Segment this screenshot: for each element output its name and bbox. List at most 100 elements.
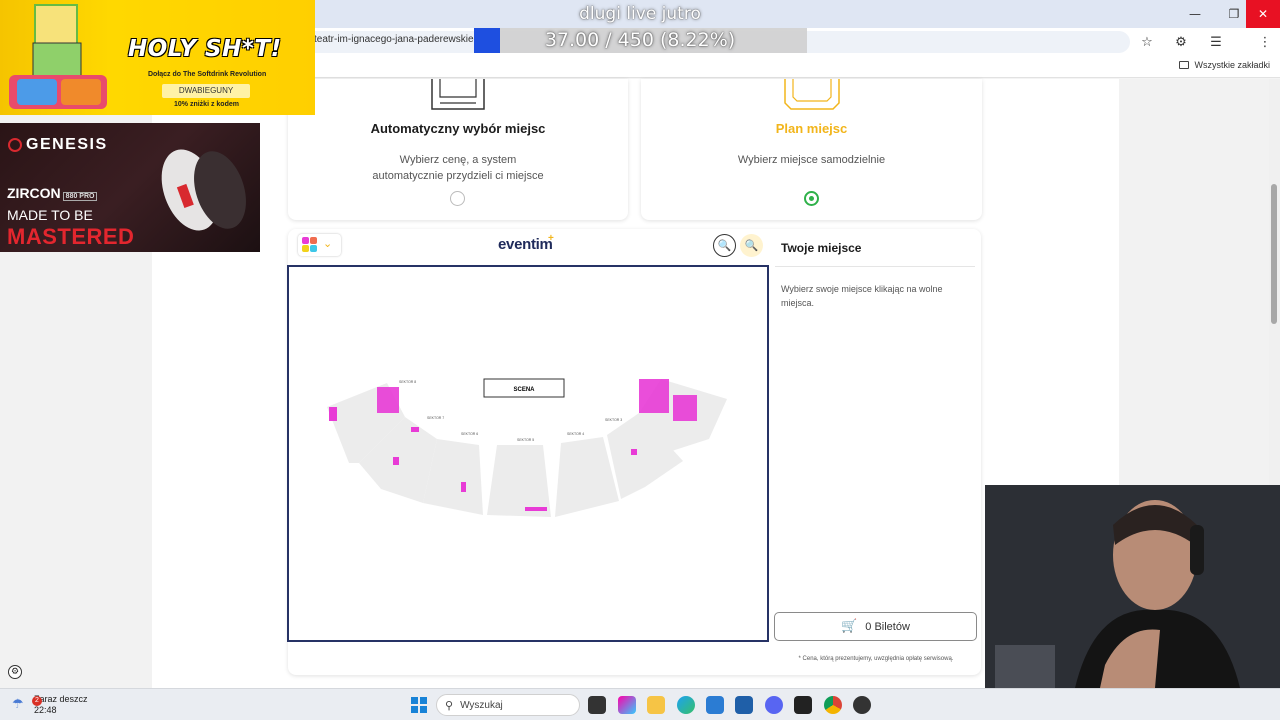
weather-time: 22:48 — [34, 705, 57, 715]
your-seat-title: Twoje miejsce — [781, 241, 862, 255]
holy-headline: HOLY SH*T! — [128, 36, 282, 62]
folder-icon — [1179, 61, 1190, 69]
legend-swatch-yellow — [302, 245, 309, 252]
gaming-mouse-image — [161, 149, 246, 231]
legend-dropdown[interactable]: ⌄ — [298, 234, 341, 256]
available-seats-cluster[interactable] — [631, 449, 637, 455]
rain-icon: ☂ — [12, 697, 24, 712]
menu-icon[interactable]: ⋮ — [1256, 33, 1274, 51]
holy-ad-banner: HOLY SH*T! Dołącz do The Softdrink Revol… — [0, 0, 315, 115]
accessibility-icon[interactable]: ⚙ — [8, 665, 22, 679]
stream-title: dlugi live jutro — [579, 4, 701, 24]
tickets-button-label: 0 Biletów — [865, 620, 910, 633]
price-note: * Cena, którą prezentujemy, uwzględnia o… — [798, 656, 954, 662]
seat-plan-card[interactable]: Plan miejsc Wybierz miejsce samodzielnie — [641, 79, 982, 220]
sector-label: SEKTOR 6 — [461, 432, 478, 436]
genesis-brand: GENESIS — [26, 136, 108, 153]
auto-select-desc-line1: Wybierz cenę, a system — [399, 154, 517, 166]
available-seats-cluster[interactable] — [673, 395, 697, 421]
seat-plan-desc: Wybierz miejsce samodzielnie — [737, 154, 886, 166]
star-icon[interactable]: ☆ — [1138, 33, 1156, 51]
url-text[interactable]: teatr-im-ignacego-jana-paderewskiego — [314, 34, 474, 45]
chrome-icon[interactable] — [824, 696, 842, 714]
edge-icon[interactable] — [677, 696, 695, 714]
app-icon[interactable] — [794, 696, 812, 714]
legend-swatch-pink — [302, 237, 309, 244]
all-bookmarks-button[interactable]: Wszystkie zakładki — [1179, 60, 1270, 70]
holy-discount: 10% zniżki z kodem — [174, 101, 239, 108]
cart-icon: 🛒 — [841, 619, 858, 634]
available-seats-cluster[interactable] — [639, 379, 669, 413]
genesis-product-name: ZIRCON — [7, 185, 61, 201]
zoom-out-button[interactable]: 🔍 — [713, 234, 736, 257]
sector-5-block[interactable] — [487, 445, 551, 517]
discord-icon[interactable] — [765, 696, 783, 714]
holy-code: DWABIEGUNY — [162, 84, 250, 98]
seat-map[interactable]: SCENA SEKTOR 8 SEKTOR 7 SEKTOR 6 SEKTOR … — [287, 265, 769, 642]
file-explorer-icon[interactable] — [647, 696, 665, 714]
search-icon: ⚲ — [445, 698, 454, 712]
auto-select-radio[interactable] — [450, 191, 465, 206]
obs-icon[interactable] — [853, 696, 871, 714]
weather-widget[interactable]: ☂ 2 Zaraz deszcz 22:48 — [12, 694, 88, 716]
copilot-icon[interactable] — [618, 696, 636, 714]
available-seats-cluster[interactable] — [525, 507, 547, 511]
taskbar-search-placeholder: Wyszukaj — [460, 699, 503, 711]
divider — [775, 266, 975, 267]
close-button[interactable]: ✕ — [1246, 0, 1280, 28]
genesis-tagline-1: MADE TO BE — [7, 207, 93, 223]
seat-box-icon — [431, 79, 485, 110]
windows-start-icon[interactable] — [411, 697, 427, 713]
outlook-icon[interactable] — [706, 696, 724, 714]
zoom-in-button[interactable]: 🔍 — [740, 234, 763, 257]
sector-label: SEKTOR 5 — [517, 438, 534, 442]
extensions-icon[interactable]: ⚙ — [1172, 33, 1190, 51]
auto-select-card[interactable]: Automatyczny wybór miejsc Wybierz cenę, … — [288, 79, 628, 220]
tab-favicon-block — [474, 28, 500, 53]
auto-select-title: Automatyczny wybór miejsc — [370, 121, 546, 136]
seat-plan-radio[interactable] — [804, 191, 819, 206]
sector-label: SEKTOR 8 — [399, 380, 416, 384]
sector-label: SEKTOR 3 — [605, 418, 622, 422]
available-seats-cluster[interactable] — [461, 482, 466, 492]
stream-counter: 37.00 / 450 (8.22%) — [544, 29, 736, 51]
chevron-down-icon: ⌄ — [323, 237, 333, 250]
tickets-button[interactable]: 🛒 0 Biletów — [774, 612, 977, 641]
available-seats-cluster[interactable] — [377, 387, 399, 413]
available-seats-cluster[interactable] — [393, 457, 399, 465]
seat-map-svg[interactable]: SCENA SEKTOR 8 SEKTOR 7 SEKTOR 6 SEKTOR … — [289, 267, 767, 640]
taskbar: ☂ 2 Zaraz deszcz 22:48 ⚲ Wyszukaj — [0, 688, 1280, 720]
genesis-tagline-2: MASTERED — [7, 224, 135, 249]
sector-4-block[interactable] — [555, 437, 619, 517]
taskbar-search[interactable]: ⚲ Wyszukaj — [436, 694, 580, 716]
genesis-product: ZIRCON 880 PRO — [7, 185, 98, 201]
auto-select-desc-line2: automatycznie przydzieli ci miejsce — [372, 170, 544, 182]
genesis-ad-banner: GENESIS ZIRCON 880 PRO MADE TO BE MASTERE… — [0, 123, 260, 252]
sector-label: SEKTOR 7 — [427, 416, 444, 420]
eventim-logo: eventim — [498, 236, 553, 253]
available-seats-cluster[interactable] — [329, 407, 337, 421]
seat-plan-icon — [784, 79, 840, 110]
legend-swatch-orange — [310, 237, 317, 244]
legend-swatch-cyan — [310, 245, 317, 252]
media-icon[interactable]: ☰ — [1207, 33, 1225, 51]
genesis-mark-icon — [8, 138, 22, 152]
store-icon[interactable] — [735, 696, 753, 714]
genesis-logo: GENESIS — [8, 136, 108, 154]
genesis-product-badge: 880 PRO — [62, 192, 98, 201]
available-seats-cluster[interactable] — [411, 427, 419, 432]
all-bookmarks-label: Wszystkie zakładki — [1194, 60, 1270, 70]
minimize-button[interactable]: — — [1178, 0, 1212, 28]
your-seat-panel: Twoje miejsce Wybierz swoje miejsce klik… — [771, 229, 981, 675]
scrollbar-thumb[interactable] — [1271, 184, 1277, 324]
auto-select-desc: Wybierz cenę, a system automatycznie prz… — [288, 152, 628, 184]
sector-label: SEKTOR 4 — [567, 432, 584, 436]
drink-boxes-art — [9, 4, 107, 109]
weather-badge: 2 — [32, 696, 42, 706]
task-view-icon[interactable] — [588, 696, 606, 714]
webcam-feed — [985, 485, 1280, 688]
seat-plan-title: Plan miejsc — [775, 121, 848, 136]
holy-subtitle: Dołącz do The Softdrink Revolution — [148, 71, 267, 78]
weather-text: Zaraz deszcz — [34, 694, 88, 704]
streamer-silhouette — [985, 485, 1280, 688]
